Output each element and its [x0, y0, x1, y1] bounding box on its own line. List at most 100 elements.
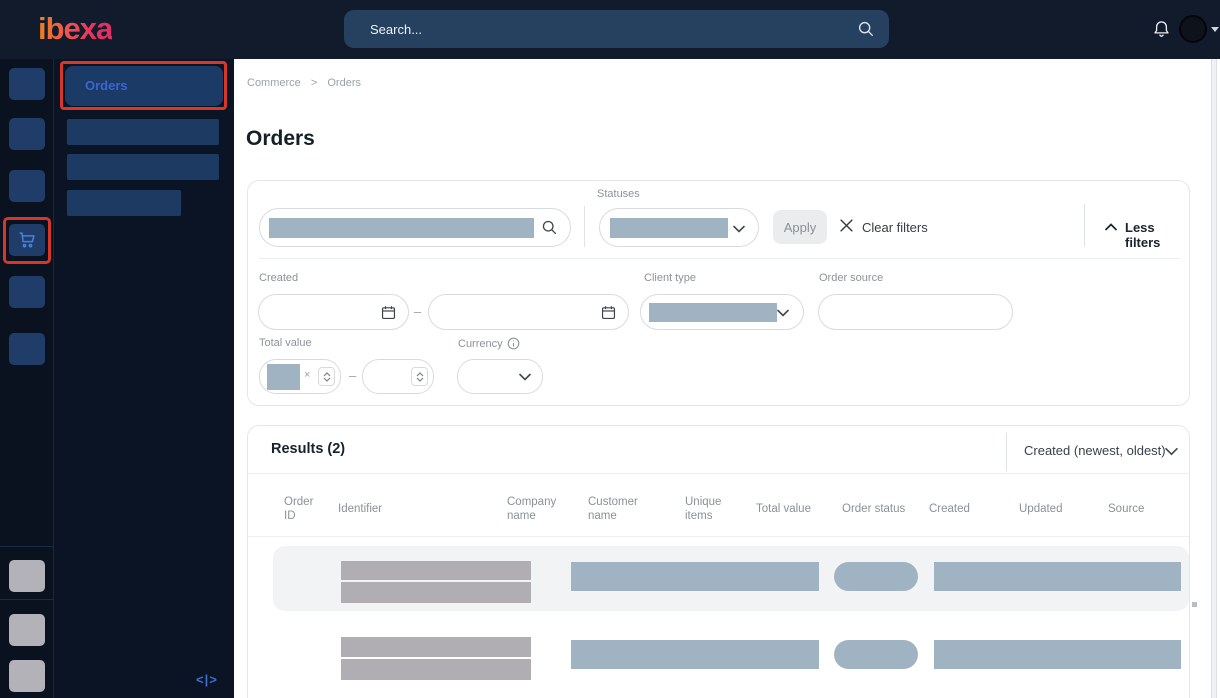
- user-menu-caret-icon[interactable]: [1211, 27, 1219, 32]
- column-header-total-value: Total value: [756, 503, 811, 515]
- rail-item-bottom-3[interactable]: [9, 660, 45, 692]
- column-header-identifier: Identifier: [338, 503, 383, 515]
- sidebar-item-placeholder[interactable]: [67, 190, 181, 216]
- filter-divider: [584, 206, 585, 247]
- chevron-down-icon: [777, 309, 789, 317]
- vertical-scrollbar[interactable]: [1211, 59, 1217, 698]
- notifications-bell-icon[interactable]: [1151, 18, 1172, 39]
- clear-filters-icon[interactable]: [840, 219, 853, 232]
- statuses-label: Statuses: [597, 188, 640, 200]
- page-title: Orders: [246, 127, 315, 150]
- orders-search-input[interactable]: [259, 208, 571, 247]
- redacted-cell: [571, 562, 819, 591]
- created-from-date-input[interactable]: [258, 294, 409, 330]
- column-header-source: Source: [1108, 503, 1145, 515]
- filters-row-divider: [259, 258, 1180, 259]
- redacted-cell: [934, 562, 1181, 591]
- column-header-unique-items: Unique items: [685, 496, 722, 522]
- order-source-label: Order source: [819, 272, 884, 284]
- rail-item-bottom-2[interactable]: [9, 614, 45, 646]
- rail-item-3[interactable]: [9, 170, 45, 202]
- search-icon: [541, 219, 558, 236]
- sidebar-item-orders[interactable]: Orders: [65, 66, 223, 106]
- ibexa-logo[interactable]: ibexa: [38, 11, 113, 47]
- sort-dropdown[interactable]: Created (newest, oldest): [1024, 443, 1166, 458]
- chevron-up-icon: [1105, 223, 1117, 231]
- column-header-customer-name: Customer name: [588, 496, 638, 522]
- chevron-down-icon: [733, 225, 745, 233]
- redacted-total-value: [267, 364, 300, 390]
- total-value-max-input[interactable]: [362, 359, 434, 394]
- table-row[interactable]: [273, 637, 1189, 698]
- order-source-input[interactable]: [818, 294, 1013, 330]
- rail-divider: [0, 599, 54, 600]
- sort-divider: [1006, 433, 1007, 471]
- breadcrumb: Commerce > Orders: [247, 77, 368, 89]
- column-header-created: Created: [929, 503, 970, 515]
- redacted-identifier: [341, 561, 531, 580]
- breadcrumb-item-commerce[interactable]: Commerce: [247, 77, 301, 89]
- client-type-dropdown[interactable]: [640, 294, 804, 330]
- apply-button[interactable]: Apply: [773, 210, 827, 244]
- sidebar-item-placeholder[interactable]: [67, 119, 219, 145]
- column-header-updated: Updated: [1019, 503, 1063, 515]
- rail-divider: [0, 546, 54, 547]
- rail-item-bottom-1[interactable]: [9, 560, 45, 592]
- redacted-cell: [571, 640, 819, 669]
- table-divider: [248, 536, 1189, 537]
- redacted-identifier: [341, 659, 531, 680]
- column-header-company-name: Company name: [507, 496, 557, 522]
- redacted-search-value: [269, 218, 534, 238]
- range-separator: –: [349, 368, 357, 383]
- rail-item-1[interactable]: [9, 68, 45, 100]
- results-panel: Results (2) Created (newest, oldest) Ord…: [247, 425, 1197, 698]
- order-status-badge: [834, 640, 918, 669]
- order-status-badge: [834, 562, 918, 591]
- sidebar-item-placeholder[interactable]: [67, 154, 219, 180]
- rail-item-6[interactable]: [9, 333, 45, 365]
- number-stepper[interactable]: [411, 367, 428, 386]
- created-to-date-input[interactable]: [428, 294, 629, 330]
- breadcrumb-item-orders[interactable]: Orders: [327, 77, 361, 89]
- number-stepper[interactable]: [318, 367, 335, 386]
- secondary-sidebar: Orders <|>: [54, 59, 234, 698]
- redacted-statuses-value: [610, 218, 728, 238]
- app-window: ibexa Search... Orders <|> Commerce > Or…: [0, 0, 1220, 698]
- chevron-down-icon[interactable]: [1165, 447, 1178, 456]
- clear-value-icon[interactable]: ×: [304, 369, 310, 381]
- total-value-label: Total value: [259, 337, 312, 349]
- table-row[interactable]: [273, 546, 1189, 611]
- currency-label-text: Currency: [458, 337, 503, 350]
- global-search-input[interactable]: [344, 10, 889, 48]
- filters-panel: Statuses Apply Clear filters Less filter…: [247, 180, 1190, 406]
- redacted-identifier: [341, 637, 531, 657]
- rail-item-5[interactable]: [9, 276, 45, 308]
- total-value-min-input[interactable]: ×: [259, 359, 341, 394]
- calendar-icon[interactable]: [600, 304, 617, 321]
- statuses-dropdown[interactable]: [599, 208, 759, 247]
- user-avatar[interactable]: [1179, 15, 1207, 43]
- currency-dropdown[interactable]: [457, 359, 543, 394]
- column-header-order-status: Order status: [842, 503, 906, 515]
- results-header-divider: [248, 473, 1189, 474]
- rail-item-commerce[interactable]: [9, 224, 45, 256]
- less-filters-button[interactable]: Less filters: [1125, 220, 1189, 250]
- client-type-label: Client type: [644, 272, 696, 284]
- calendar-icon[interactable]: [380, 304, 397, 321]
- redacted-client-type-value: [649, 303, 777, 322]
- created-label: Created: [259, 272, 299, 284]
- info-icon[interactable]: [507, 337, 520, 350]
- results-heading: Results (2): [271, 441, 346, 457]
- sidebar-collapse-icon[interactable]: <|>: [196, 672, 218, 687]
- clear-filters-button[interactable]: Clear filters: [862, 220, 928, 235]
- breadcrumb-separator: >: [310, 77, 318, 89]
- top-bar: ibexa: [0, 0, 1220, 59]
- search-icon[interactable]: [857, 20, 875, 38]
- redacted-cell: [934, 640, 1181, 669]
- shopping-cart-icon: [16, 229, 38, 251]
- currency-label: Currency: [458, 337, 520, 350]
- chevron-down-icon: [519, 373, 531, 381]
- rail-item-2[interactable]: [9, 118, 45, 150]
- main-content: Commerce > Orders Orders Statuses Apply …: [234, 59, 1220, 698]
- icon-rail: [0, 59, 54, 698]
